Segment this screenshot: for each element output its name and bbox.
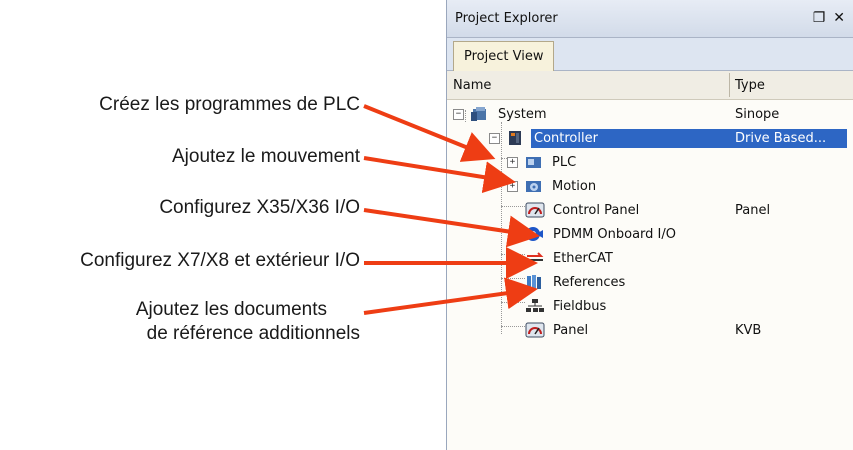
tree-node-label: EtherCAT: [553, 250, 613, 266]
tree-node-label: Panel: [553, 322, 589, 338]
annotation-motion: Ajoutez le mouvement: [172, 146, 360, 167]
tree-node-label: Control Panel: [553, 202, 640, 218]
io-icon: [525, 226, 545, 242]
tree-node-pdmm-onboard-i-o[interactable]: PDMM Onboard I/O: [525, 222, 847, 246]
tree-node-label: PDMM Onboard I/O: [553, 226, 677, 242]
tree-node-label: References: [553, 274, 626, 290]
gauge-icon: [525, 202, 545, 218]
expand-plus-icon[interactable]: +: [507, 180, 518, 192]
annotation-references-line1: Ajoutez les documents: [135, 299, 327, 320]
project-tree: − System Sinope − Controller Drive Based... + P…: [447, 100, 853, 420]
system-icon: [470, 106, 490, 122]
tree-node-type: Sinope: [735, 106, 780, 122]
tree-node-type: Drive Based...: [735, 130, 827, 146]
project-explorer-panel: Project Explorer ❐ ✕ Project View Name T…: [446, 0, 853, 450]
annotation-x35-x36: Configurez X35/X36 I/O: [159, 197, 360, 218]
column-type-header[interactable]: Type: [735, 78, 765, 93]
tree-node-type: Panel: [735, 202, 771, 218]
annotation-plc: Créez les programmes de PLC: [99, 94, 360, 115]
fieldbus-icon: [525, 298, 545, 314]
close-icon[interactable]: ✕: [833, 10, 845, 26]
expand-plus-icon[interactable]: +: [507, 156, 518, 168]
column-header: Name Type: [447, 71, 853, 100]
tree-node-ethercat[interactable]: EtherCAT: [525, 246, 847, 270]
collapse-minus-icon[interactable]: −: [453, 108, 464, 120]
ethercat-icon: [525, 250, 545, 266]
tree-node-label: System: [498, 106, 547, 122]
annotation-x7-x8: Configurez X7/X8 et extérieur I/O: [80, 250, 360, 271]
motion-icon: [524, 178, 544, 194]
column-name-header[interactable]: Name: [453, 78, 491, 93]
tree-node-label: Fieldbus: [553, 298, 607, 314]
tree-node-label: PLC: [552, 154, 577, 170]
float-window-icon[interactable]: ❐: [813, 10, 826, 26]
tab-row: Project View: [447, 38, 853, 71]
tree-node-controller[interactable]: − Controller Drive Based...: [489, 126, 847, 150]
gauge-icon: [525, 322, 545, 338]
tree-node-label: Motion: [552, 178, 597, 194]
panel-title: Project Explorer: [455, 11, 558, 26]
tree-node-system[interactable]: − System Sinope: [453, 102, 847, 126]
annotation-references-line2: de référence additionnels: [146, 323, 360, 344]
panel-titlebar: Project Explorer ❐ ✕: [447, 0, 853, 38]
tree-node-plc[interactable]: + PLC: [507, 150, 847, 174]
tab-project-view[interactable]: Project View: [453, 41, 555, 71]
controller-icon: [506, 130, 526, 146]
column-separator[interactable]: [729, 73, 730, 97]
collapse-minus-icon[interactable]: −: [489, 132, 500, 144]
tree-node-motion[interactable]: + Motion: [507, 174, 847, 198]
tree-node-control-panel[interactable]: Control Panel Panel: [525, 198, 847, 222]
books-icon: [525, 274, 545, 290]
tree-node-panel[interactable]: Panel KVB: [525, 318, 847, 342]
plc-icon: [524, 154, 544, 170]
tree-node-type: KVB: [735, 322, 762, 338]
tree-node-fieldbus[interactable]: Fieldbus: [525, 294, 847, 318]
tree-node-references[interactable]: References: [525, 270, 847, 294]
